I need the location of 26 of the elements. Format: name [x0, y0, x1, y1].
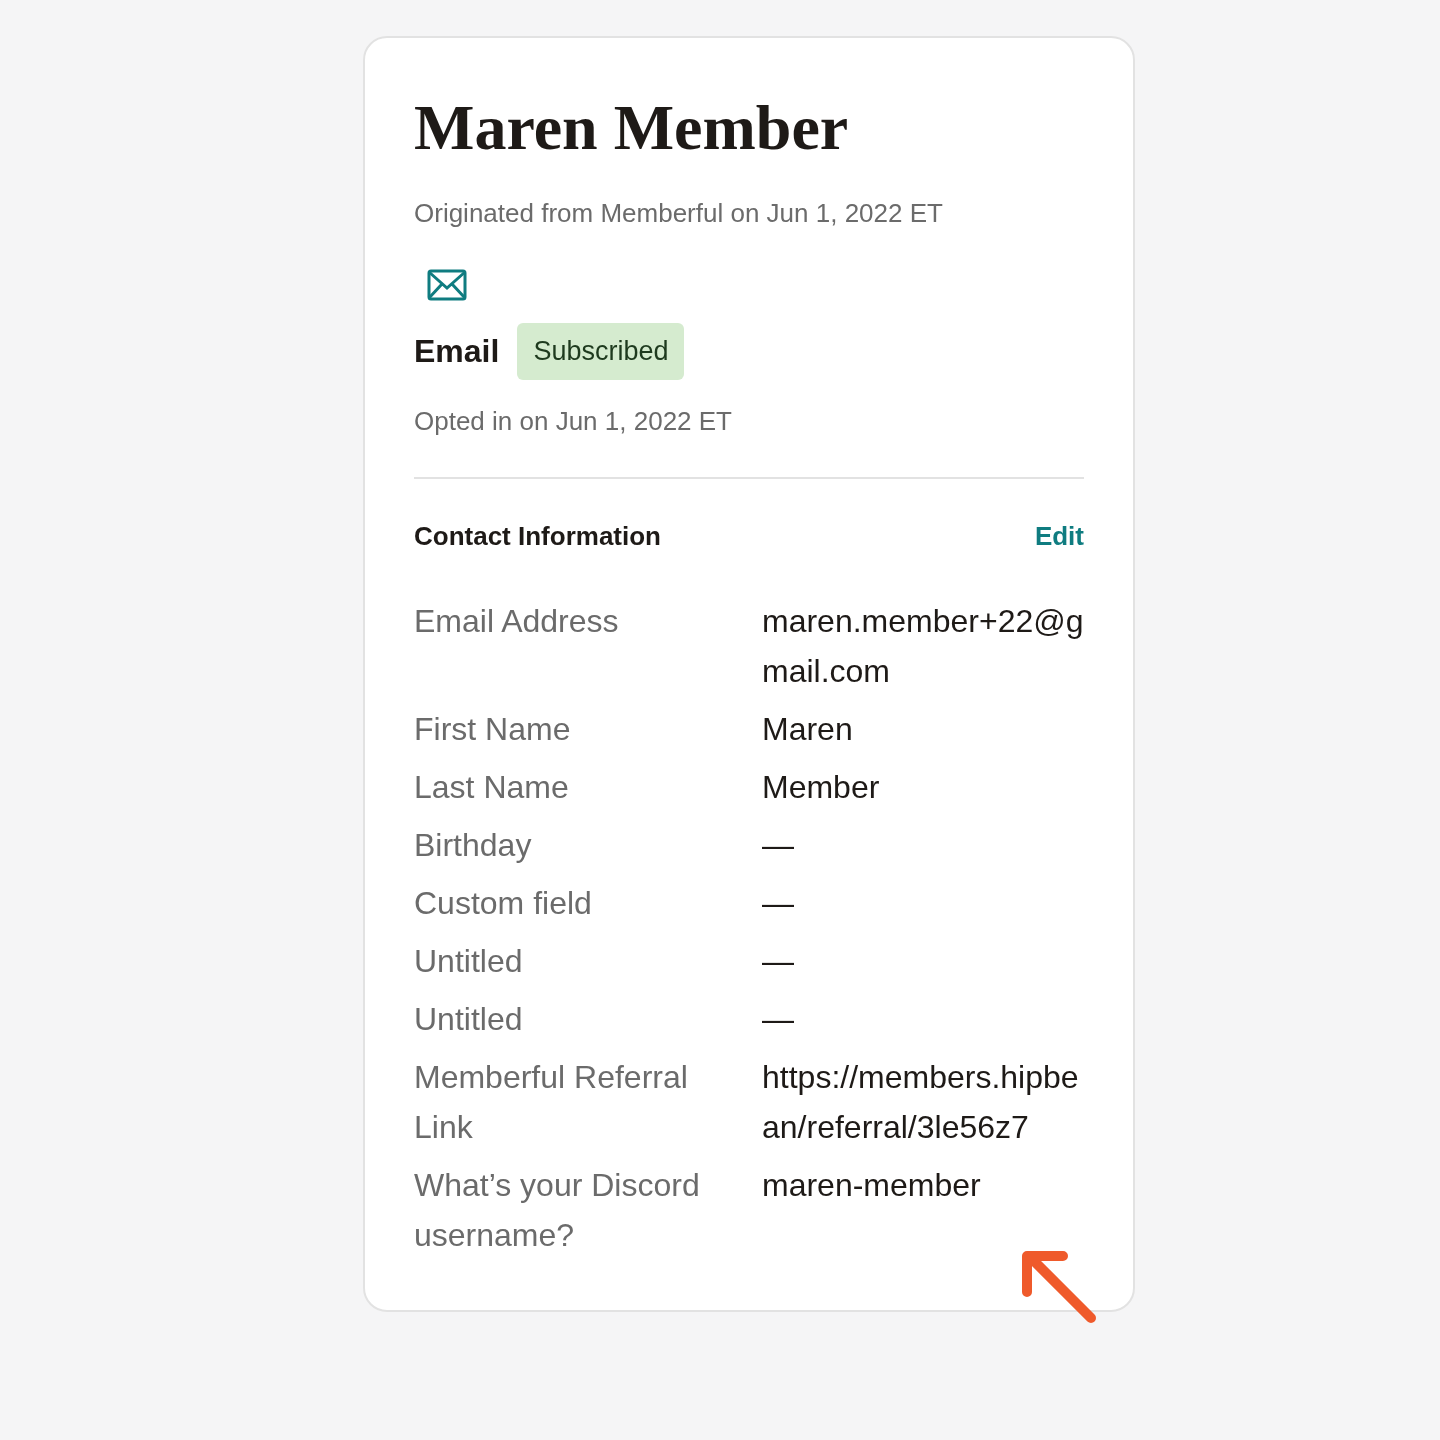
- field-value: maren.member+22@gmail.com: [762, 601, 1084, 691]
- section-heading: Contact Information: [414, 519, 661, 553]
- field-value: maren-member: [762, 1165, 982, 1205]
- field-label: Memberful Referral Link: [414, 1057, 689, 1147]
- member-name: Maren Member: [414, 91, 850, 165]
- field-value: —: [762, 999, 795, 1039]
- origin-text: Originated from Memberful on Jun 1, 2022 ET: [414, 197, 944, 230]
- field-label: Email Address: [414, 601, 620, 641]
- opted-in-text: Opted in on Jun 1, 2022 ET: [414, 404, 733, 438]
- field-label: What’s your Discord username?: [414, 1165, 701, 1255]
- email-label: Email: [414, 332, 500, 372]
- arrow-icon: [1021, 1250, 1099, 1326]
- field-value: —: [762, 825, 795, 865]
- field-label: Untitled: [414, 941, 524, 981]
- field-label: Last Name: [414, 767, 570, 807]
- edit-link[interactable]: Edit: [1034, 516, 1084, 556]
- field-value: —: [762, 883, 795, 923]
- field-value: Maren: [762, 709, 854, 749]
- field-label: Birthday: [414, 825, 533, 865]
- field-value: Member: [762, 767, 881, 807]
- status-badge: Subscribed: [517, 323, 685, 380]
- mail-icon: [427, 269, 467, 301]
- field-label: Custom field: [414, 883, 593, 923]
- field-label: Untitled: [414, 999, 524, 1039]
- field-label: First Name: [414, 709, 572, 749]
- field-value: —: [762, 941, 795, 981]
